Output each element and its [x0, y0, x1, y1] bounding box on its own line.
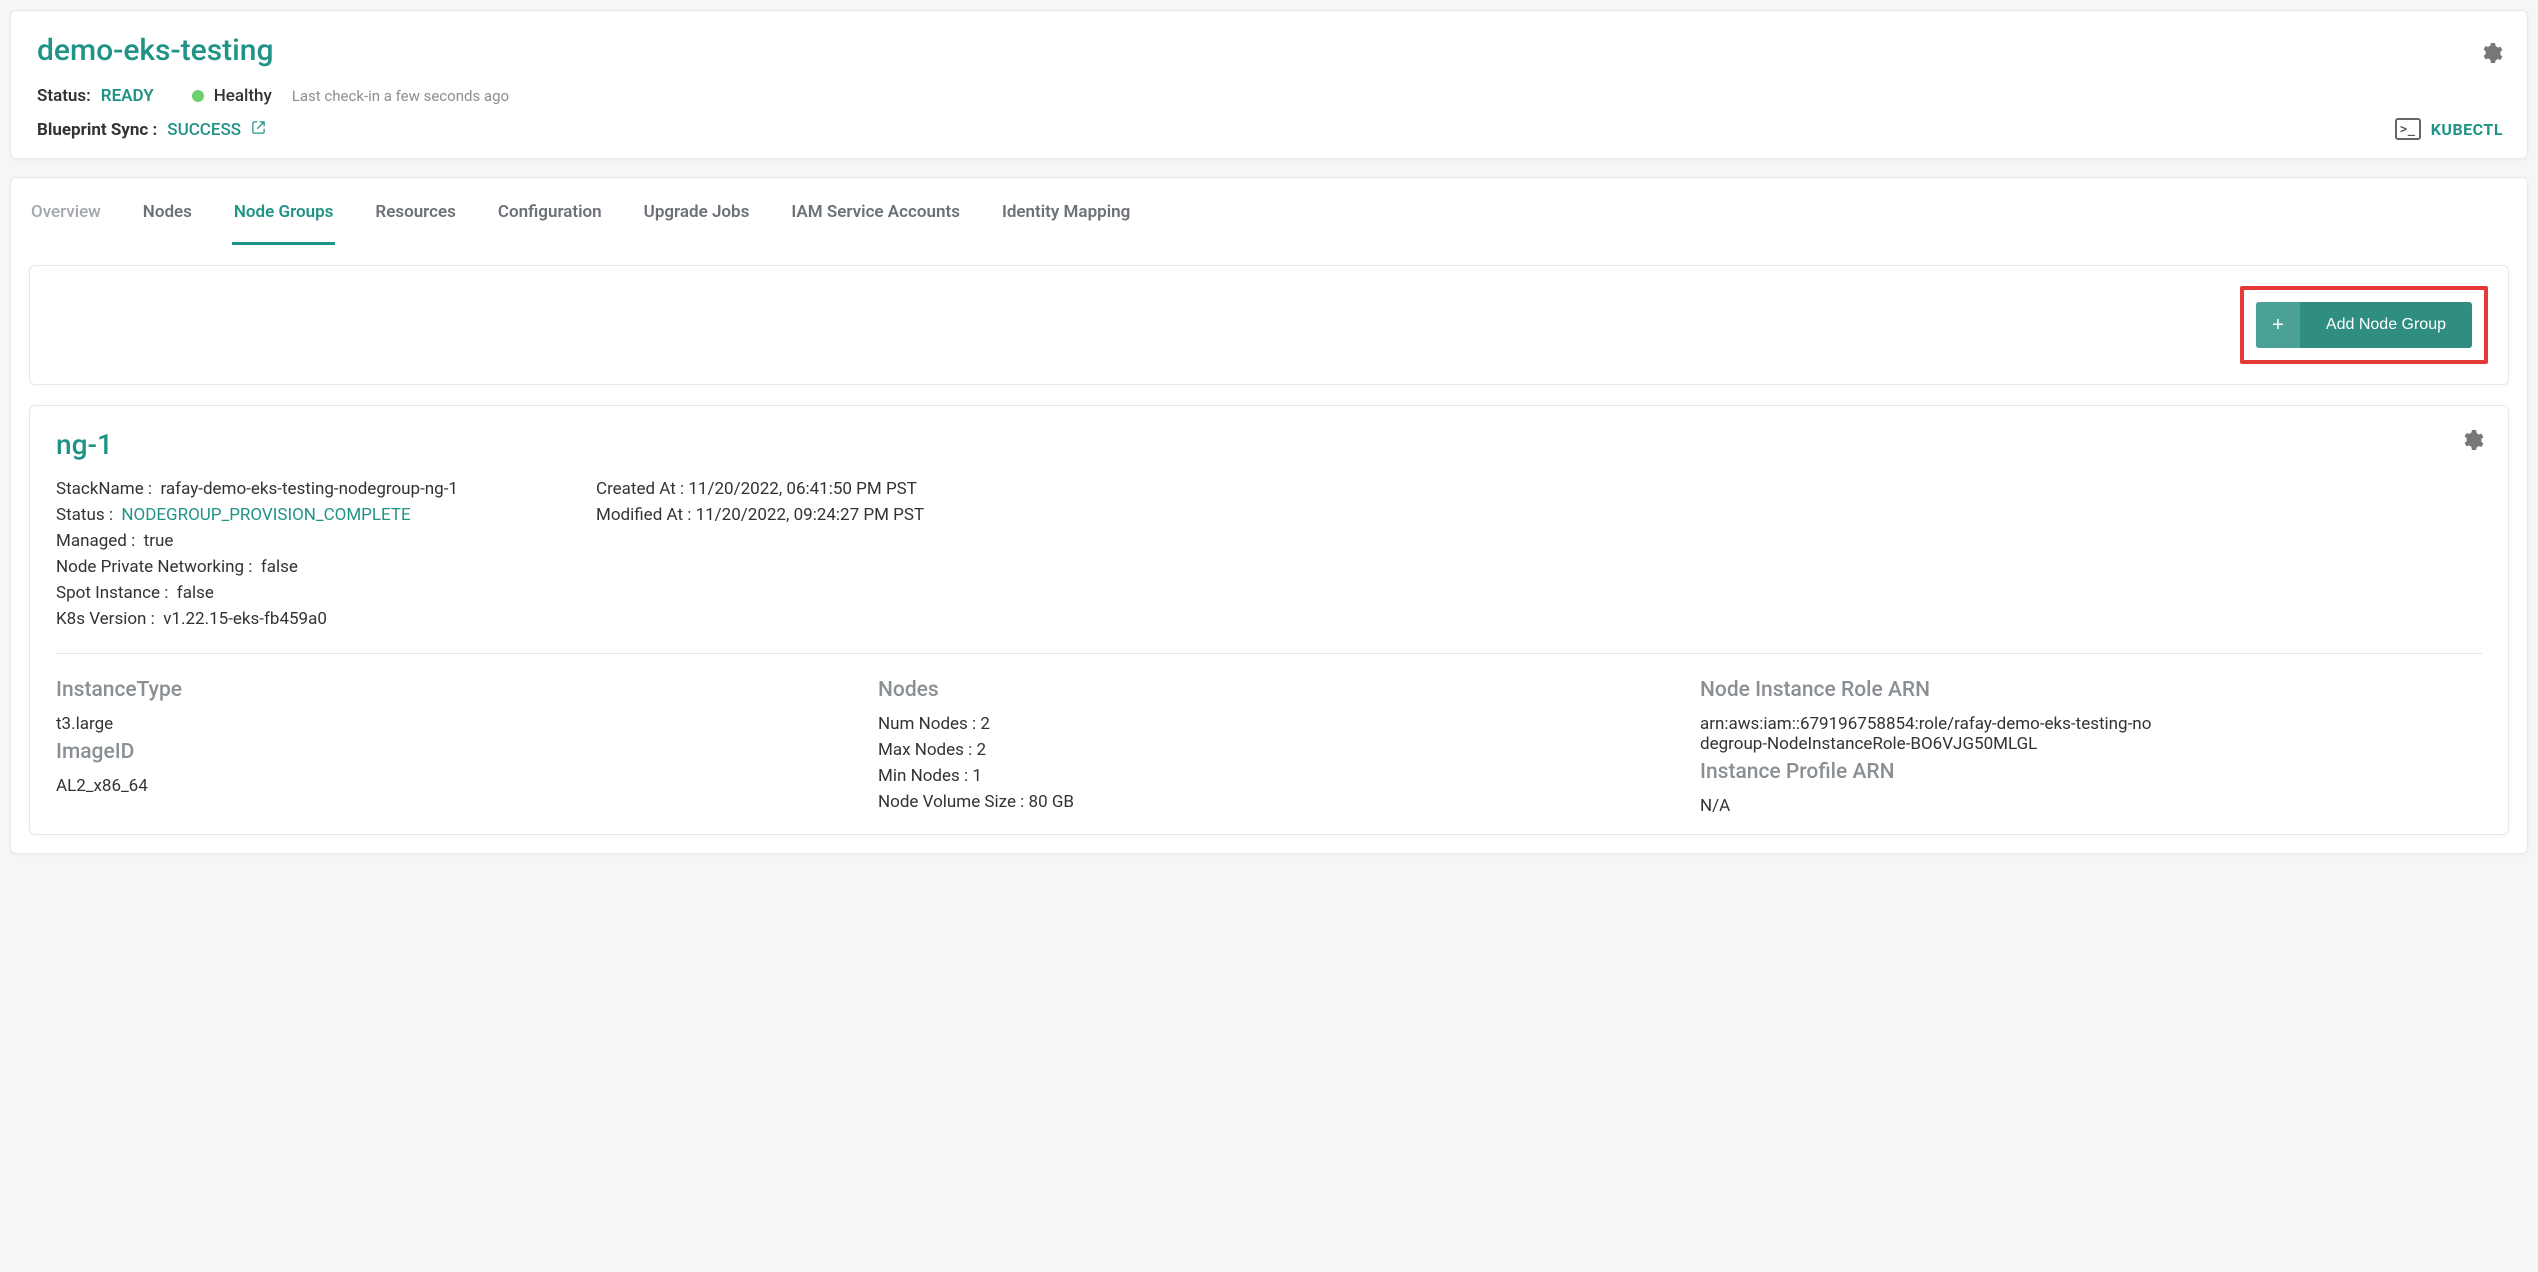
- stack-name-value: rafay-demo-eks-testing-nodegroup-ng-1: [161, 479, 458, 499]
- tab-overview[interactable]: Overview: [29, 196, 103, 245]
- nodes-title: Nodes: [878, 678, 1660, 702]
- tab-iam-service-accounts[interactable]: IAM Service Accounts: [789, 196, 962, 245]
- spot-value: false: [177, 583, 214, 603]
- modified-label: Modified At :: [596, 505, 691, 525]
- tab-node-groups[interactable]: Node Groups: [232, 196, 335, 245]
- plus-icon: +: [2256, 302, 2300, 348]
- action-bar: + Add Node Group: [29, 265, 2509, 385]
- min-nodes-label: Min Nodes :: [878, 766, 968, 786]
- health-dot-icon: [192, 90, 204, 102]
- image-id-title: ImageID: [56, 740, 838, 764]
- instance-type-title: InstanceType: [56, 678, 838, 702]
- status-value: READY: [101, 86, 154, 106]
- role-arn-value: arn:aws:iam::679196758854:role/rafay-dem…: [1700, 714, 2160, 754]
- num-nodes-value: 2: [980, 714, 990, 734]
- ng-status-label: Status :: [56, 505, 113, 525]
- checkin-text: Last check-in a few seconds ago: [292, 87, 509, 105]
- cluster-title: demo-eks-testing: [37, 33, 2501, 68]
- max-nodes-value: 2: [977, 740, 987, 760]
- image-id-value: AL2_x86_64: [56, 776, 838, 796]
- sync-value[interactable]: SUCCESS: [167, 120, 241, 140]
- profile-arn-value: N/A: [1700, 796, 2482, 816]
- k8s-value: v1.22.15-eks-fb459a0: [163, 609, 327, 629]
- created-label: Created At :: [596, 479, 684, 499]
- health-text: Healthy: [214, 86, 272, 106]
- spot-label: Spot Instance :: [56, 583, 168, 603]
- node-group-summary: StackName : rafay-demo-eks-testing-nodeg…: [56, 479, 2482, 654]
- add-node-group-label: Add Node Group: [2300, 302, 2472, 348]
- kubectl-label: KUBECTL: [2431, 120, 2503, 139]
- vol-label: Node Volume Size :: [878, 792, 1024, 812]
- stack-name-label: StackName :: [56, 479, 152, 499]
- tab-nodes[interactable]: Nodes: [141, 196, 194, 245]
- status-row: Status: READY Healthy Last check-in a fe…: [37, 86, 2501, 106]
- tabs: Overview Nodes Node Groups Resources Configu…: [29, 178, 2509, 245]
- profile-arn-title: Instance Profile ARN: [1700, 760, 2482, 784]
- add-node-group-button[interactable]: + Add Node Group: [2256, 302, 2472, 348]
- managed-label: Managed :: [56, 531, 135, 551]
- tab-configuration[interactable]: Configuration: [496, 196, 604, 245]
- min-nodes-value: 1: [972, 766, 982, 786]
- created-value: 11/20/2022, 06:41:50 PM PST: [688, 479, 917, 499]
- role-arn-title: Node Instance Role ARN: [1700, 678, 2482, 702]
- sync-label: Blueprint Sync :: [37, 120, 157, 140]
- open-in-new-icon[interactable]: [251, 120, 266, 140]
- k8s-label: K8s Version :: [56, 609, 155, 629]
- tab-resources[interactable]: Resources: [373, 196, 458, 245]
- terminal-icon: >_: [2395, 118, 2421, 140]
- private-net-label: Node Private Networking :: [56, 557, 252, 577]
- tab-upgrade-jobs[interactable]: Upgrade Jobs: [642, 196, 752, 245]
- max-nodes-label: Max Nodes :: [878, 740, 972, 760]
- tab-identity-mapping[interactable]: Identity Mapping: [1000, 196, 1132, 245]
- add-node-group-highlight: + Add Node Group: [2240, 286, 2488, 364]
- num-nodes-label: Num Nodes :: [878, 714, 976, 734]
- node-group-card: ng-1 StackName : rafay-demo-eks-testing-…: [29, 405, 2509, 835]
- instance-type-value: t3.large: [56, 714, 838, 734]
- ng-status-value: NODEGROUP_PROVISION_COMPLETE: [121, 505, 410, 525]
- managed-value: true: [144, 531, 174, 551]
- node-group-settings-gear-icon[interactable]: [2460, 428, 2484, 456]
- tabs-card: Overview Nodes Node Groups Resources Configu…: [10, 177, 2528, 854]
- node-group-name: ng-1: [56, 428, 2482, 461]
- kubectl-button[interactable]: >_ KUBECTL: [2395, 118, 2503, 140]
- node-group-details: InstanceType t3.large ImageID AL2_x86_64…: [56, 672, 2482, 822]
- private-net-value: false: [261, 557, 298, 577]
- cluster-header-card: demo-eks-testing Status: READY Healthy L…: [10, 10, 2528, 159]
- cluster-settings-gear-icon[interactable]: [2479, 41, 2503, 69]
- vol-value: 80 GB: [1029, 792, 1075, 812]
- modified-value: 11/20/2022, 09:24:27 PM PST: [696, 505, 925, 525]
- blueprint-sync-row: Blueprint Sync : SUCCESS: [37, 120, 2501, 140]
- status-label: Status:: [37, 86, 91, 106]
